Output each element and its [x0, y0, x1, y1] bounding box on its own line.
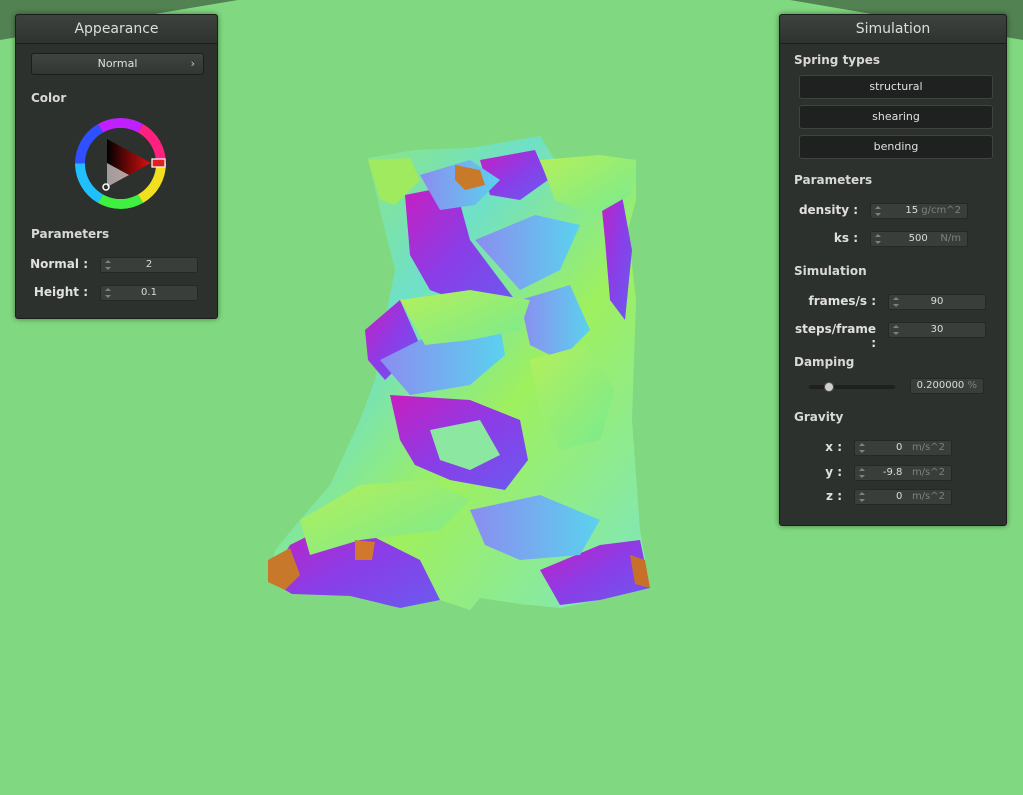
- frames-value: 90: [930, 296, 944, 307]
- chevron-right-icon: ›: [190, 57, 195, 70]
- steps-label: steps/frame :: [794, 322, 876, 350]
- damping-value: 0.200000: [916, 380, 965, 391]
- ks-label: ks :: [833, 231, 858, 245]
- gravity-x-input[interactable]: 0 m/s^2: [854, 440, 952, 456]
- shader-select-value: Normal: [97, 57, 138, 70]
- spinner-icon[interactable]: [858, 442, 866, 454]
- shader-select[interactable]: Normal ›: [31, 53, 204, 75]
- gravity-y-label: y :: [825, 465, 842, 479]
- bending-toggle-button[interactable]: bending: [799, 135, 993, 159]
- density-value: 15: [905, 205, 919, 216]
- structural-toggle-button[interactable]: structural: [799, 75, 993, 99]
- simulation-panel: Simulation Spring types structural shear…: [779, 14, 1007, 526]
- gravity-x-unit: m/s^2: [911, 442, 945, 453]
- damping-input[interactable]: 0.200000 %: [910, 378, 984, 394]
- steps-value: 30: [930, 324, 944, 335]
- cloth-mesh: [268, 136, 650, 610]
- gravity-z-value: 0: [896, 491, 903, 502]
- color-section-label: Color: [31, 91, 67, 105]
- ks-value: 500: [908, 233, 928, 244]
- gravity-y-unit: m/s^2: [911, 467, 945, 478]
- shearing-toggle-button[interactable]: shearing: [799, 105, 993, 129]
- frames-input[interactable]: 90: [888, 294, 986, 310]
- gravity-z-unit: m/s^2: [911, 491, 945, 502]
- simulation-section-label: Simulation: [794, 264, 867, 278]
- hue-handle[interactable]: [151, 158, 166, 168]
- density-unit: g/cm^2: [921, 205, 961, 216]
- normal-value: 2: [145, 259, 153, 270]
- frames-label: frames/s :: [808, 294, 876, 308]
- gravity-label: Gravity: [794, 410, 844, 424]
- spinner-icon[interactable]: [858, 467, 866, 479]
- gravity-y-input[interactable]: -9.8 m/s^2: [854, 465, 952, 481]
- simulation-panel-title[interactable]: Simulation: [780, 15, 1006, 44]
- spinner-icon[interactable]: [874, 233, 882, 245]
- density-input[interactable]: 15 g/cm^2: [870, 203, 968, 219]
- sim-parameters-label: Parameters: [794, 173, 873, 187]
- gravity-z-input[interactable]: 0 m/s^2: [854, 489, 952, 505]
- appearance-panel: Appearance Normal › Color Parameters Nor…: [15, 14, 218, 319]
- damping-slider-knob[interactable]: [824, 382, 834, 392]
- height-input[interactable]: 0.1: [100, 285, 198, 301]
- ks-input[interactable]: 500 N/m: [870, 231, 968, 247]
- steps-input[interactable]: 30: [888, 322, 986, 338]
- damping-unit: %: [967, 380, 977, 391]
- height-label: Height :: [33, 285, 88, 299]
- damping-slider-track: [809, 385, 895, 389]
- spinner-icon[interactable]: [874, 205, 882, 217]
- height-value: 0.1: [141, 287, 157, 298]
- ks-unit: N/m: [940, 233, 961, 244]
- gravity-x-label: x :: [825, 440, 842, 454]
- damping-label: Damping: [794, 355, 855, 369]
- density-label: density :: [798, 203, 858, 217]
- appearance-parameters-label: Parameters: [31, 227, 110, 241]
- gravity-y-value: -9.8: [882, 467, 903, 478]
- normal-label: Normal :: [30, 257, 88, 271]
- gravity-x-value: 0: [896, 442, 903, 453]
- spinner-icon[interactable]: [858, 491, 866, 503]
- spring-types-label: Spring types: [794, 53, 881, 67]
- gravity-z-label: z :: [826, 489, 842, 503]
- damping-slider[interactable]: [809, 382, 895, 392]
- normal-input[interactable]: 2: [100, 257, 198, 273]
- color-wheel[interactable]: [74, 117, 167, 210]
- appearance-panel-title[interactable]: Appearance: [16, 15, 217, 44]
